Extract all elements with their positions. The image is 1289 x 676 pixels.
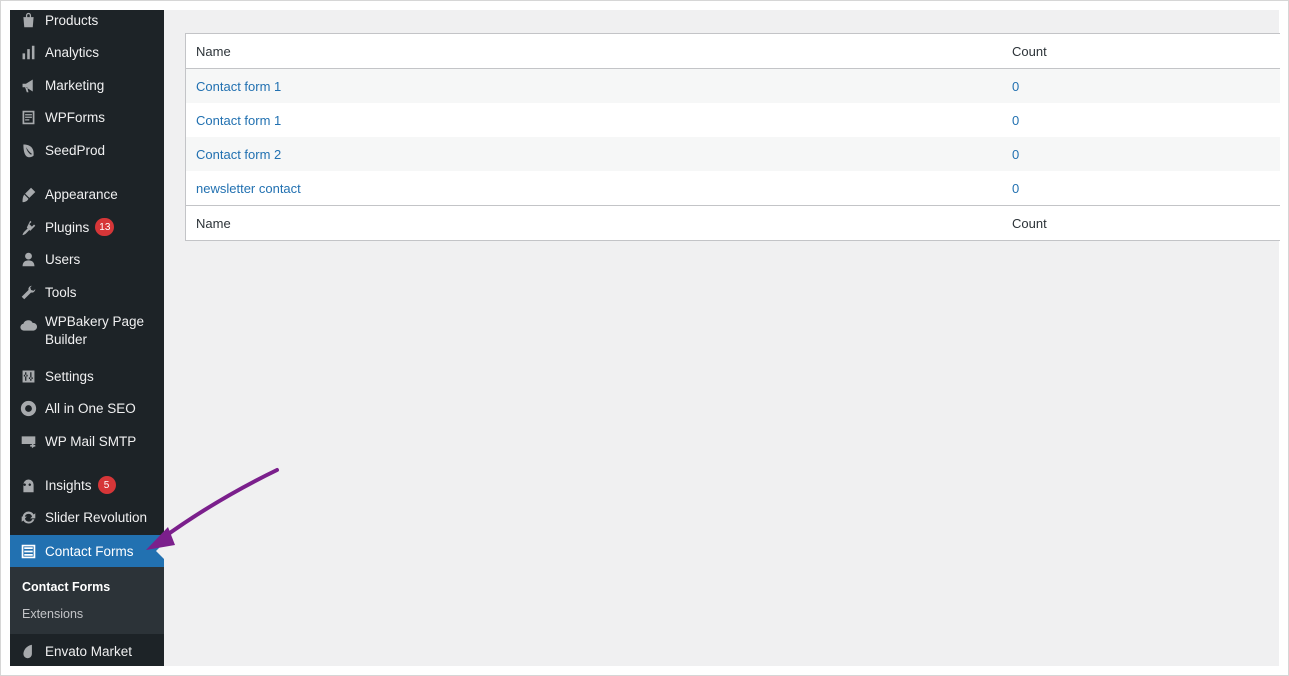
column-header-name[interactable]: Name: [196, 44, 231, 59]
contact-forms-submenu: Contact Forms Extensions: [10, 567, 164, 634]
menu-products[interactable]: Products: [10, 10, 164, 34]
form-count-link[interactable]: 0: [1012, 113, 1019, 128]
bag-icon: [18, 10, 38, 30]
menu-label: Tools: [45, 284, 77, 300]
plug-icon: [18, 217, 38, 237]
admin-sidebar: Products Analytics Marketing WPForms See…: [10, 10, 164, 666]
menu-appearance[interactable]: Appearance: [10, 180, 164, 208]
menu-label: Users: [45, 251, 81, 267]
form-count-link[interactable]: 0: [1012, 147, 1019, 162]
menu-plugins[interactable]: Plugins 13: [10, 213, 164, 241]
table-footer: Name Count: [186, 205, 1280, 240]
menu-slider-revolution[interactable]: Slider Revolution: [10, 503, 164, 531]
paintbrush-icon: [18, 184, 38, 204]
form-name-link[interactable]: newsletter contact: [196, 181, 301, 196]
leaf-icon: [18, 140, 38, 160]
menu-label: WP Mail SMTP: [45, 433, 137, 449]
menu-contact-forms[interactable]: Contact Forms: [10, 535, 164, 567]
menu-seedprod[interactable]: SeedProd: [10, 136, 164, 164]
active-indicator: [156, 543, 164, 559]
menu-marketing[interactable]: Marketing: [10, 71, 164, 99]
table-header: Name Count: [186, 34, 1280, 69]
column-footer-name[interactable]: Name: [196, 216, 231, 231]
form-count-link[interactable]: 0: [1012, 181, 1019, 196]
plugins-update-badge: 13: [95, 218, 115, 236]
menu-tools[interactable]: Tools: [10, 278, 164, 306]
insights-badge: 5: [97, 476, 116, 494]
submenu-contact-forms[interactable]: Contact Forms: [22, 580, 110, 594]
table-row: newsletter contact 0: [186, 171, 1280, 205]
column-header-count[interactable]: Count: [1012, 44, 1047, 59]
table-row: Contact form 2 0: [186, 137, 1280, 171]
table-row: Contact form 1 0: [186, 69, 1280, 103]
form-count-link[interactable]: 0: [1012, 79, 1019, 94]
menu-envato-market[interactable]: Envato Market: [10, 637, 164, 665]
menu-label: Slider Revolution: [45, 509, 148, 525]
gear-icon: [18, 398, 38, 418]
menu-label: Contact Forms: [45, 543, 134, 559]
list-icon: [18, 541, 38, 561]
bar-chart-icon: [18, 42, 38, 62]
menu-wpbakery[interactable]: WPBakery Page Builder: [10, 313, 164, 353]
menu-label: Plugins: [45, 219, 90, 235]
menu-label: Marketing: [45, 77, 105, 93]
submenu-extensions[interactable]: Extensions: [22, 607, 83, 621]
user-icon: [18, 249, 38, 269]
monster-icon: [18, 475, 38, 495]
form-name-link[interactable]: Contact form 1: [196, 113, 281, 128]
menu-insights[interactable]: Insights 5: [10, 471, 164, 499]
form-name-link[interactable]: Contact form 2: [196, 147, 281, 162]
menu-wp-mail-smtp[interactable]: WP Mail SMTP: [10, 427, 164, 455]
column-footer-count[interactable]: Count: [1012, 216, 1047, 231]
form-name-link[interactable]: Contact form 1: [196, 79, 281, 94]
mail-icon: [18, 431, 38, 451]
menu-label: SeedProd: [45, 142, 106, 158]
refresh-icon: [18, 507, 38, 527]
drop-icon: [18, 641, 38, 661]
main-content: Name Count Contact form 1 0 Contact form…: [164, 10, 1280, 666]
cloud-icon: [18, 315, 38, 335]
menu-label: Analytics: [45, 44, 100, 60]
table-row: Contact form 1 0: [186, 103, 1280, 137]
megaphone-icon: [18, 75, 38, 95]
menu-users[interactable]: Users: [10, 245, 164, 273]
contact-forms-table: Name Count Contact form 1 0 Contact form…: [185, 33, 1280, 241]
menu-label: Envato Market: [45, 643, 133, 659]
menu-label: All in One SEO: [45, 400, 136, 416]
menu-label: Settings: [45, 368, 94, 384]
menu-aioseo[interactable]: All in One SEO: [10, 394, 164, 422]
menu-label: Products: [45, 12, 99, 28]
sliders-icon: [18, 366, 38, 386]
menu-label: Appearance: [45, 186, 118, 202]
menu-analytics[interactable]: Analytics: [10, 38, 164, 66]
wrench-icon: [18, 282, 38, 302]
form-icon: [18, 107, 38, 127]
menu-wpforms[interactable]: WPForms: [10, 103, 164, 131]
menu-settings[interactable]: Settings: [10, 362, 164, 390]
menu-label: WPBakery Page Builder: [45, 314, 145, 347]
menu-label: Insights: [45, 477, 92, 493]
menu-label: WPForms: [45, 109, 105, 125]
